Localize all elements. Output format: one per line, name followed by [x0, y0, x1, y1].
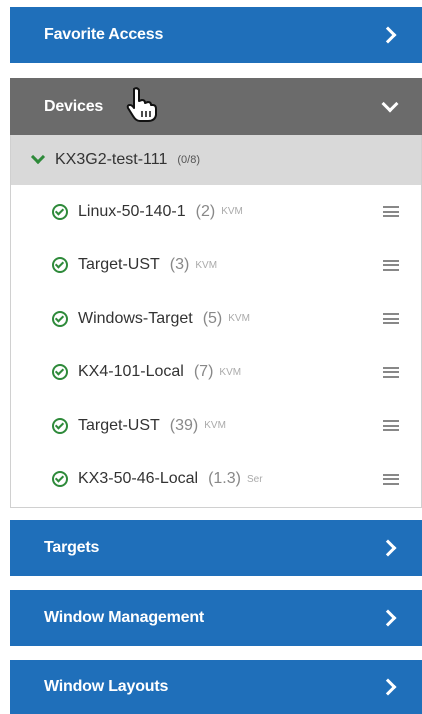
device-row[interactable]: Linux-50-140-1 (2) KVM [11, 185, 421, 239]
hamburger-menu-icon[interactable] [383, 206, 399, 218]
device-row[interactable]: Target-UST (3) KVM [11, 239, 421, 293]
device-row[interactable]: Target-UST (39) KVM [11, 399, 421, 453]
hamburger-menu-icon[interactable] [383, 366, 399, 378]
device-row[interactable]: KX4-101-Local (7) KVM [11, 346, 421, 400]
check-circle-icon [52, 310, 68, 327]
device-name: Linux-50-140-1 [78, 202, 186, 220]
section-label: Devices [44, 97, 104, 115]
device-type: KVM [221, 206, 243, 218]
section-label: Targets [44, 539, 100, 556]
device-name: KX3-50-46-Local [78, 470, 199, 488]
device-group-header[interactable]: KX3G2-test-111 (0/8) [11, 135, 421, 185]
device-row[interactable]: Windows-Target (5) KVM [11, 292, 421, 346]
hamburger-menu-icon[interactable] [383, 473, 399, 485]
section-targets[interactable]: Targets [10, 520, 422, 576]
section-label: Window Management [44, 609, 205, 626]
device-group: KX3G2-test-111 (0/8) Linux-50-140-1 (2) … [10, 135, 422, 508]
device-port: (3) [169, 256, 190, 274]
check-circle-icon [52, 203, 68, 220]
device-port: (39) [169, 416, 199, 434]
device-row[interactable]: KX3-50-46-Local (1.3) Ser [11, 453, 421, 507]
hamburger-menu-icon[interactable] [383, 420, 399, 432]
device-type: KVM [204, 420, 226, 432]
device-port: (2) [195, 202, 216, 220]
device-port: (7) [193, 363, 214, 381]
device-port: (1.3) [208, 470, 241, 488]
chevron-right-icon [379, 26, 397, 44]
section-window-management[interactable]: Window Management [10, 590, 422, 646]
navigation-panel: Favorite Access Devices KX3G2-test-111 (… [0, 0, 422, 714]
device-name: Target-UST [78, 416, 160, 434]
chevron-down-icon [30, 149, 46, 165]
device-name: KX4-101-Local [78, 363, 184, 381]
check-circle-icon [52, 257, 68, 274]
chevron-right-icon [379, 539, 397, 557]
device-type: KVM [195, 259, 218, 271]
section-favorite-access[interactable]: Favorite Access [10, 7, 422, 63]
chevron-right-icon [379, 678, 397, 696]
check-circle-icon [52, 471, 68, 488]
device-type: KVM [219, 366, 242, 378]
section-window-layouts[interactable]: Window Layouts [10, 660, 422, 714]
device-group-name: KX3G2-test-111 [55, 151, 168, 168]
chevron-right-icon [379, 609, 397, 627]
check-circle-icon [52, 364, 68, 381]
hamburger-menu-icon[interactable] [383, 313, 399, 325]
device-type: Ser [246, 473, 263, 485]
device-port: (5) [202, 309, 223, 327]
section-label: Window Layouts [44, 678, 169, 695]
device-group-count: (0/8) [177, 154, 200, 166]
hamburger-menu-icon[interactable] [383, 259, 399, 271]
hand-pointer-icon [126, 87, 157, 122]
section-label: Favorite Access [44, 26, 164, 43]
check-circle-icon [52, 417, 68, 434]
device-name: Target-UST [78, 256, 160, 274]
section-devices[interactable]: Devices [10, 78, 422, 135]
device-name: Windows-Target [78, 309, 193, 327]
device-type: KVM [228, 313, 250, 325]
chevron-down-icon [381, 95, 399, 112]
